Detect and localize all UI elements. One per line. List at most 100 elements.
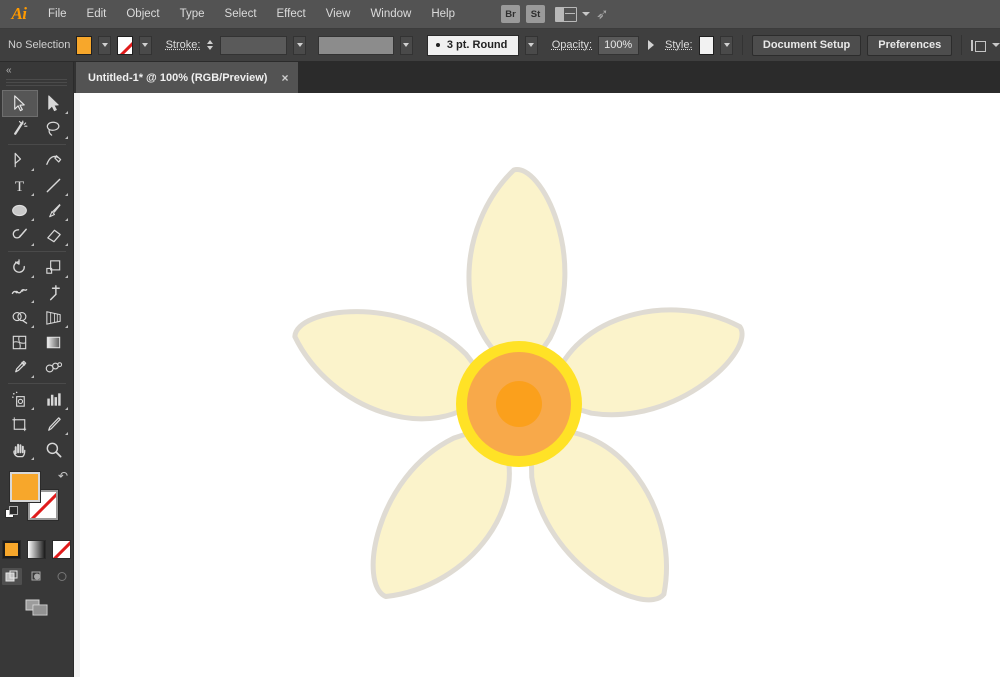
fill-color-dropdown[interactable] — [98, 36, 111, 55]
zoom-tool[interactable] — [37, 437, 71, 462]
control-bar: No Selection Stroke: 3 pt. Round Opacity… — [0, 29, 1000, 62]
mesh-tool[interactable] — [3, 330, 37, 355]
width-tool[interactable] — [3, 280, 37, 305]
ellipse-tool[interactable] — [3, 198, 37, 223]
document-tab-title: Untitled-1* @ 100% (RGB/Preview) — [88, 72, 267, 84]
opacity-flyout-icon[interactable] — [648, 40, 654, 50]
menu-file[interactable]: File — [38, 0, 77, 29]
flower-center-core[interactable] — [496, 381, 542, 427]
menu-help[interactable]: Help — [421, 0, 465, 29]
slice-tool[interactable] — [37, 412, 71, 437]
hand-tool[interactable] — [3, 437, 37, 462]
arrange-documents-button[interactable] — [555, 7, 590, 22]
tool-flyout-icon — [65, 111, 68, 114]
align-options-button[interactable] — [971, 38, 1000, 53]
opacity-label[interactable]: Opacity: — [552, 39, 592, 51]
none-mode-button[interactable] — [52, 540, 71, 559]
brush-definition-dropdown[interactable] — [525, 36, 538, 55]
pen-tool[interactable] — [3, 148, 37, 173]
column-graph-tool[interactable] — [37, 387, 71, 412]
tool-flyout-icon — [31, 275, 34, 278]
tools-panel-collapse-button[interactable]: « — [0, 62, 73, 79]
line-segment-tool[interactable] — [37, 173, 71, 198]
menu-object[interactable]: Object — [116, 0, 169, 29]
menu-view[interactable]: View — [316, 0, 361, 29]
tool-flyout-icon — [31, 457, 34, 460]
preferences-button[interactable]: Preferences — [867, 35, 952, 56]
menu-window[interactable]: Window — [360, 0, 421, 29]
color-mode-row — [0, 540, 73, 559]
magic-wand-tool[interactable] — [3, 116, 37, 141]
align-objects-icon — [971, 38, 988, 53]
eraser-tool[interactable] — [37, 223, 71, 248]
brush-definition-label: 3 pt. Round — [447, 39, 508, 51]
discover-rocket-icon[interactable]: ➶ — [596, 7, 609, 22]
draw-inside-button[interactable] — [52, 568, 72, 585]
bridge-icon[interactable]: Br — [501, 5, 520, 23]
variable-width-profile-dropdown[interactable] — [400, 36, 413, 55]
swap-fill-stroke-icon[interactable]: ↶ — [58, 470, 68, 482]
document-tab[interactable]: Untitled-1* @ 100% (RGB/Preview) × — [76, 62, 299, 93]
menu-effect[interactable]: Effect — [267, 0, 316, 29]
stroke-weight-label[interactable]: Stroke: — [166, 39, 201, 51]
menu-type[interactable]: Type — [170, 0, 215, 29]
tool-flyout-icon — [31, 218, 34, 221]
shape-builder-tool[interactable] — [3, 305, 37, 330]
graphic-style-dropdown[interactable] — [720, 36, 733, 55]
direct-selection-tool[interactable] — [37, 91, 71, 116]
artboard-tool[interactable] — [3, 412, 37, 437]
chevron-down-icon — [142, 43, 148, 47]
stock-icon[interactable]: St — [526, 5, 545, 23]
stroke-weight-dropdown[interactable] — [293, 36, 306, 55]
graphic-style-swatch[interactable] — [699, 36, 715, 55]
chevron-down-icon — [582, 12, 590, 16]
artwork-flower[interactable] — [74, 93, 1000, 677]
scale-tool[interactable] — [37, 255, 71, 280]
symbol-sprayer-tool[interactable] — [3, 387, 37, 412]
fill-color-swatch[interactable] — [76, 36, 92, 55]
selection-tool[interactable] — [3, 91, 37, 116]
opacity-input[interactable]: 100% — [598, 36, 639, 55]
lasso-tool[interactable] — [37, 116, 71, 141]
menu-select[interactable]: Select — [215, 0, 267, 29]
document-setup-button[interactable]: Document Setup — [752, 35, 861, 56]
curvature-tool[interactable] — [37, 148, 71, 173]
close-icon[interactable]: × — [281, 72, 288, 84]
tool-flyout-icon — [65, 325, 68, 328]
control-bar-divider — [742, 35, 743, 55]
stroke-color-dropdown[interactable] — [139, 36, 152, 55]
menubar-right-group: Br St ➶ — [501, 5, 609, 23]
tool-flyout-icon — [31, 300, 34, 303]
gradient-mode-button[interactable] — [27, 540, 46, 559]
stroke-weight-stepper[interactable] — [206, 36, 214, 55]
tool-flyout-icon — [31, 243, 34, 246]
blend-tool[interactable] — [37, 355, 71, 380]
default-fill-stroke-icon[interactable] — [5, 506, 19, 520]
color-mode-button[interactable] — [2, 540, 21, 559]
tools-panel-drag-handle[interactable] — [6, 79, 67, 88]
perspective-grid-tool[interactable] — [37, 305, 71, 330]
canvas-area[interactable] — [74, 93, 1000, 677]
type-tool[interactable]: T — [3, 173, 37, 198]
draw-behind-button[interactable] — [27, 568, 47, 585]
tools-divider — [3, 248, 71, 255]
gradient-tool[interactable] — [37, 330, 71, 355]
stroke-color-swatch[interactable] — [117, 36, 133, 55]
shaper-tool[interactable] — [3, 223, 37, 248]
free-transform-tool[interactable] — [37, 280, 71, 305]
variable-width-profile-input[interactable] — [318, 36, 394, 55]
illustrator-window: Ai File Edit Object Type Select Effect V… — [0, 0, 1000, 677]
draw-normal-button[interactable] — [2, 568, 22, 585]
stroke-weight-input[interactable] — [220, 36, 287, 55]
paintbrush-tool[interactable] — [37, 198, 71, 223]
screen-mode-row — [0, 598, 73, 618]
menu-edit[interactable]: Edit — [77, 0, 117, 29]
brush-definition-select[interactable]: 3 pt. Round — [427, 35, 519, 56]
fill-swatch-button[interactable] — [10, 472, 40, 502]
style-label[interactable]: Style: — [665, 39, 693, 51]
rotate-tool[interactable] — [3, 255, 37, 280]
eyedropper-tool[interactable] — [3, 355, 37, 380]
change-screen-mode-button[interactable] — [24, 598, 50, 618]
flower-petal-top[interactable] — [469, 170, 565, 371]
chevron-down-icon — [102, 43, 108, 47]
